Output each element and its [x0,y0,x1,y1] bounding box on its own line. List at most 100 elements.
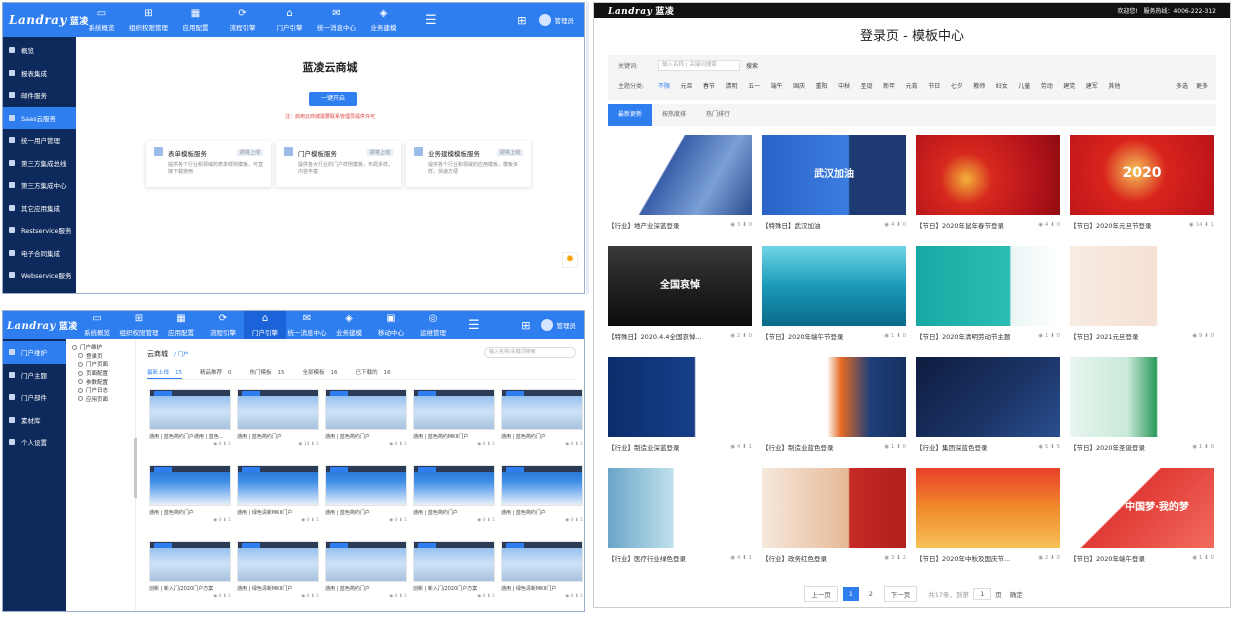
template-card[interactable]: 武汉加油 【特殊日】武汉加油 ◉ 4 ⬇ 0 [762,135,906,233]
tab[interactable]: 全部模板 16 [303,368,338,379]
topic-option[interactable]: 建军 [1086,81,1098,90]
topic-option[interactable]: 节日 [928,81,940,90]
keyword-input[interactable]: 输入名称 | 关键词搜索 [658,59,740,71]
topic-option[interactable]: 七夕 [951,81,963,90]
topic-option[interactable]: 五一 [748,81,760,90]
nav-item[interactable]: ▦ 应用配置 [172,3,219,37]
template-card[interactable]: 全国哀悼 【特殊日】2020.4.4全国哀悼... ◉ 2 ⬇ 0 [608,246,752,344]
nav-item[interactable]: ◈ 业务建模 [360,3,407,37]
sidebar-item[interactable]: 个人设置 [3,431,66,454]
nav-item[interactable]: ✉ 统一消息中心 [286,311,328,339]
topic-option[interactable]: 其他 [1108,81,1120,90]
sidebar-item[interactable]: Saas云服务 [3,106,76,129]
nav-item[interactable]: ▭ 系统概览 [78,3,125,37]
template-card[interactable]: 【节日】2021元旦登录 ◉ 9 ⬇ 0 [1070,246,1214,344]
nav-item[interactable]: ◈ 业务建模 [328,311,370,339]
template-card[interactable]: 通用 | 绿色清新MKII门户 ◉ 0 ⬇ 1 [237,465,319,527]
page-1-button[interactable]: 1 [842,587,859,601]
template-card[interactable]: 【节日】2020年中秋及国庆节... ◉ 2 ⬇ 0 [916,468,1060,566]
page-input[interactable]: 1 [973,588,992,600]
tree-node[interactable]: 应用页面 [72,395,129,404]
tree-node[interactable]: 门户页面 [72,360,129,369]
sidebar-item[interactable]: 电子合同集成 [3,242,76,265]
sidebar-item[interactable]: 门户部件 [3,386,66,409]
template-card[interactable]: 通用 | 蓝色简约门户 ◉ 0 ⬇ 1 [325,465,407,527]
sidebar-item[interactable]: 第三方集成总线 [3,152,76,175]
sort-option[interactable]: 最新更新 [608,104,653,126]
tree-node[interactable]: 门户日志 [72,386,129,395]
template-card[interactable]: 【行业】制造业蓝色登录 ◉ 1 ⬇ 0 [762,357,906,455]
nav-item[interactable]: ▭ 系统概览 [76,311,118,339]
template-card[interactable]: 通用 | 蓝色简约门户 ◉ 0 ⬇ 1 [325,389,407,451]
template-card[interactable]: 【行业】集团深蓝色登录 ◉ 5 ⬇ 5 [916,357,1060,455]
template-card[interactable]: 【节日】2020年清明劳动节主题 ◉ 1 ⬇ 0 [916,246,1060,344]
sidebar-item[interactable]: 门户主题 [3,364,66,387]
sidebar-item[interactable]: 素材库 [3,409,66,432]
sort-option[interactable]: 热门排行 [696,104,740,126]
topic-option[interactable]: 儿童 [1018,81,1030,90]
topic-option[interactable]: 妇女 [996,81,1008,90]
enable-button[interactable]: 一键开启 [309,92,357,106]
template-card[interactable]: 创新 | 新入门/2020门户方案 ◉ 0 ⬇ 1 [149,541,231,603]
service-card[interactable]: 门户模板服务 即将上线 提供各大行业的门户样例模板，布局多样，内容丰富 [276,141,401,187]
topic-option[interactable]: 新年 [883,81,895,90]
service-card[interactable]: 表单模板服务 即将上线 提供各个行业和领域的表单样例模板，可直接下载使用 [146,141,271,187]
topic-option[interactable]: 春节 [703,81,715,90]
nav-item[interactable]: ✉ 统一消息中心 [313,3,360,37]
topic-option[interactable]: 元宵 [906,81,918,90]
template-card[interactable]: 【节日】2020年端午节登录 ◉ 1 ⬇ 0 [762,246,906,344]
nav-item[interactable]: ⌂ 门户引擎 [266,3,313,37]
go-button[interactable]: 确定 [1010,589,1023,599]
sidebar-item[interactable]: 概览 [3,39,76,62]
tree-node[interactable]: 页面配置 [72,369,129,378]
next-page-button[interactable]: 下一页 [883,586,918,602]
page-2-button[interactable]: 2 [863,587,879,601]
sidebar-item[interactable]: 报表集成 [3,62,76,85]
menu-icon[interactable]: ☰ [425,13,437,28]
nav-item[interactable]: ⟳ 流程引擎 [202,311,244,339]
grid-icon[interactable]: ⊞ [517,14,526,27]
multi-select-button[interactable]: 多选 [1176,81,1188,90]
template-card[interactable]: 【行业】制造业深蓝登录 ◉ 4 ⬇ 1 [608,357,752,455]
sidebar-item[interactable]: 门户维护 [3,341,66,364]
template-card[interactable]: 通用 | 绿色清新MKII门户 ◉ 0 ⬇ 1 [237,541,319,603]
template-card[interactable]: 通用 | 蓝色简约门户 ◉ 0 ⬇ 1 [501,389,583,451]
more-button[interactable]: 更多 [1196,81,1208,90]
search-input[interactable]: 输入名称/关键词搜索 [484,347,576,358]
tab[interactable]: 精品推荐 0 [200,368,232,379]
sidebar-item[interactable]: 邮件服务 [3,84,76,107]
service-card[interactable]: 业务建模模板服务 即将上线 提供各个行业和领域的应用模板，模板多样，快速方便 [406,141,531,187]
template-card[interactable]: 通用 | 蓝色简约MKII门户 ◉ 0 ⬇ 1 [413,389,495,451]
template-card[interactable]: 【节日】2020年圣诞登录 ◉ 1 ⬇ 0 [1070,357,1214,455]
lightbulb-icon[interactable]: ✹ [562,252,578,268]
nav-item[interactable]: ▣ 移动中心 [370,311,412,339]
template-card[interactable]: 【行业】医疗行业绿色登录 ◉ 4 ⬇ 1 [608,468,752,566]
tree-node[interactable]: 参数配置 [72,377,129,386]
template-card[interactable]: 【行业】政务红色登录 ◉ 3 ⬇ 2 [762,468,906,566]
grid-icon[interactable]: ⊞ [521,319,530,332]
topic-option[interactable]: 端午 [771,81,783,90]
topic-option[interactable]: 中秋 [838,81,850,90]
template-card[interactable]: 通用 | 绿色清新MKII门户 ◉ 0 ⬇ 1 [501,541,583,603]
nav-item[interactable]: ⌂ 门户引擎 [244,311,286,339]
nav-item[interactable]: ⊞ 组织权限管理 [125,3,172,37]
user-menu[interactable]: 管理员 [538,14,574,26]
topic-option[interactable]: 圣诞 [861,81,873,90]
template-card[interactable]: 2020 【节日】2020年元旦节登录 ◉ 14 ⬇ 1 [1070,135,1214,233]
topic-option[interactable]: 劳动 [1041,81,1053,90]
sidebar-item[interactable]: Restservice服务 [3,219,76,242]
sidebar-item[interactable]: 其它应用集成 [3,197,76,220]
scrollbar[interactable] [134,438,137,498]
topic-option[interactable]: 教师 [973,81,985,90]
template-card[interactable]: 创新 | 新入门/2020门户方案 ◉ 0 ⬇ 1 [413,541,495,603]
tree-node[interactable]: 登录页 [72,352,129,361]
sidebar-item[interactable]: 第三方集成中心 [3,174,76,197]
tab[interactable]: 热门模板 15 [250,368,285,379]
topic-option[interactable]: 建党 [1063,81,1075,90]
template-card[interactable]: 通用 | 蓝色简约门户通用 | 蓝色... ◉ 0 ⬇ 1 [149,389,231,451]
nav-item[interactable]: ⟳ 流程引擎 [219,3,266,37]
tab[interactable]: 最新上线 15 [147,368,183,379]
template-card[interactable]: 通用 | 蓝色简约门户 ◉ 0 ⬇ 1 [325,541,407,603]
topic-option[interactable]: 元旦 [681,81,693,90]
template-card[interactable]: 【行业】地产业深蓝登录 ◉ 3 ⬇ 0 [608,135,752,233]
